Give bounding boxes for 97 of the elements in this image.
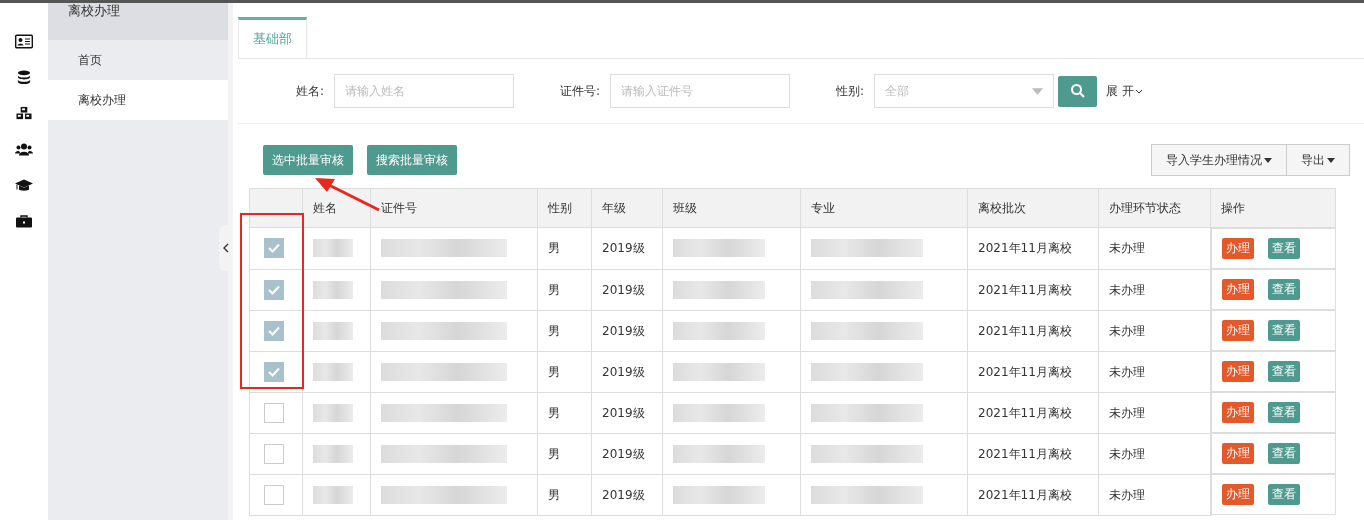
filter-label: 性别: bbox=[836, 82, 865, 100]
redacted-block bbox=[313, 280, 353, 299]
column-header: 年级 bbox=[602, 200, 626, 215]
column-header: 姓名 bbox=[313, 200, 337, 215]
table-cell: 2019级 bbox=[602, 405, 645, 420]
column-header: 证件号 bbox=[381, 200, 417, 215]
redacted-block bbox=[313, 239, 353, 258]
table-cell: 2021年11月离校 bbox=[978, 323, 1072, 338]
search-icon bbox=[1069, 83, 1086, 99]
table-cell: 未办理 bbox=[1109, 446, 1145, 461]
table-cell: 男 bbox=[548, 446, 560, 461]
action-button[interactable]: 查看 bbox=[1268, 443, 1300, 464]
input-field[interactable]: 请输入证件号 bbox=[610, 74, 791, 108]
row-checkbox[interactable] bbox=[264, 320, 284, 341]
sidebar-header: 离校办理 bbox=[48, 3, 228, 40]
redacted-block bbox=[313, 485, 353, 504]
row-checkbox[interactable] bbox=[264, 238, 284, 259]
row-checkbox[interactable] bbox=[264, 361, 284, 382]
action-button[interactable]: 查看 bbox=[1268, 279, 1300, 300]
input-field[interactable]: 请输入姓名 bbox=[334, 74, 515, 108]
id-card-icon[interactable] bbox=[15, 34, 33, 49]
batch-review-button[interactable]: 选中批量审核 bbox=[263, 145, 353, 175]
chevron-down-icon bbox=[1134, 88, 1143, 94]
table-cell: 2019级 bbox=[602, 282, 645, 297]
caret-icon bbox=[1264, 157, 1272, 163]
table-cell: 未办理 bbox=[1109, 364, 1145, 379]
table-cell: 2019级 bbox=[602, 487, 645, 502]
caret-icon bbox=[1327, 157, 1335, 163]
users-icon[interactable] bbox=[15, 142, 33, 157]
table-cell: 未办理 bbox=[1109, 487, 1145, 502]
graduation-cap-icon[interactable] bbox=[15, 178, 33, 193]
select-field[interactable]: 全部 bbox=[874, 74, 1055, 108]
briefcase-icon[interactable] bbox=[15, 214, 33, 229]
sidebar-item[interactable]: 离校办理 bbox=[48, 80, 228, 120]
action-button[interactable]: 办理 bbox=[1222, 361, 1254, 382]
filter-label: 姓名: bbox=[296, 82, 325, 100]
redacted-block bbox=[313, 321, 353, 340]
table-cell: 2019级 bbox=[602, 323, 645, 338]
column-header: 办理环节状态 bbox=[1109, 200, 1181, 215]
column-header: 操作 bbox=[1221, 200, 1245, 215]
table-cell: 2021年11月离校 bbox=[978, 241, 1072, 256]
search-button[interactable] bbox=[1058, 75, 1098, 107]
sidebar-item[interactable]: 首页 bbox=[48, 40, 228, 80]
cubes-icon[interactable] bbox=[15, 106, 33, 121]
table-cell: 未办理 bbox=[1109, 405, 1145, 420]
column-header: 性别 bbox=[548, 200, 572, 215]
action-button[interactable]: 办理 bbox=[1222, 279, 1254, 300]
action-button[interactable]: 查看 bbox=[1268, 402, 1300, 423]
action-button[interactable]: 查看 bbox=[1268, 484, 1300, 505]
table-cell: 未办理 bbox=[1109, 282, 1145, 297]
row-checkbox[interactable] bbox=[264, 279, 284, 300]
action-button[interactable]: 办理 bbox=[1222, 402, 1254, 423]
action-button[interactable]: 办理 bbox=[1222, 443, 1254, 464]
checkmark-icon bbox=[268, 366, 280, 377]
redacted-block bbox=[313, 362, 353, 381]
table-cell: 2019级 bbox=[602, 446, 645, 461]
column-header: 班级 bbox=[673, 200, 697, 215]
table-cell: 男 bbox=[548, 364, 560, 379]
action-button[interactable]: 办理 bbox=[1222, 484, 1254, 505]
action-button[interactable]: 查看 bbox=[1268, 361, 1300, 382]
table-cell: 2021年11月离校 bbox=[978, 282, 1072, 297]
action-button[interactable]: 办理 bbox=[1222, 238, 1254, 259]
table-cell: 男 bbox=[548, 241, 560, 256]
table-cell: 未办理 bbox=[1109, 323, 1145, 338]
checkmark-icon bbox=[268, 284, 280, 295]
dropdown-button[interactable]: 导入学生办理情况 bbox=[1151, 144, 1287, 176]
table-cell: 2021年11月离校 bbox=[978, 446, 1072, 461]
table-cell: 男 bbox=[548, 405, 560, 420]
table-cell: 2021年11月离校 bbox=[978, 405, 1072, 420]
expand-link[interactable]: 展 开 bbox=[1106, 82, 1143, 100]
database-icon[interactable] bbox=[15, 70, 33, 85]
table-cell: 男 bbox=[548, 487, 560, 502]
table-cell: 未办理 bbox=[1109, 241, 1145, 256]
chevron-left-icon bbox=[223, 243, 229, 253]
table-cell: 男 bbox=[548, 323, 560, 338]
redacted-block bbox=[313, 403, 353, 422]
tab[interactable]: 基础部 bbox=[238, 17, 307, 59]
table-cell: 男 bbox=[548, 282, 560, 297]
table-cell: 2019级 bbox=[602, 241, 645, 256]
dropdown-button[interactable]: 导出 bbox=[1287, 144, 1350, 176]
table-cell: 2021年11月离校 bbox=[978, 364, 1072, 379]
checkmark-icon bbox=[268, 243, 280, 254]
redacted-block bbox=[313, 444, 353, 463]
action-button[interactable]: 查看 bbox=[1268, 238, 1300, 259]
table-cell: 2021年11月离校 bbox=[978, 487, 1072, 502]
checkmark-icon bbox=[268, 325, 280, 336]
table-cell: 2019级 bbox=[602, 364, 645, 379]
row-checkbox[interactable] bbox=[264, 484, 284, 505]
column-header: 专业 bbox=[811, 200, 835, 215]
action-button[interactable]: 办理 bbox=[1222, 320, 1254, 341]
action-button[interactable]: 查看 bbox=[1268, 320, 1300, 341]
row-checkbox[interactable] bbox=[264, 443, 284, 464]
column-header: 离校批次 bbox=[978, 200, 1026, 215]
batch-review-button[interactable]: 搜索批量审核 bbox=[367, 145, 457, 175]
filter-label: 证件号: bbox=[560, 82, 601, 100]
caret-icon bbox=[1032, 87, 1044, 95]
row-checkbox[interactable] bbox=[264, 402, 284, 423]
